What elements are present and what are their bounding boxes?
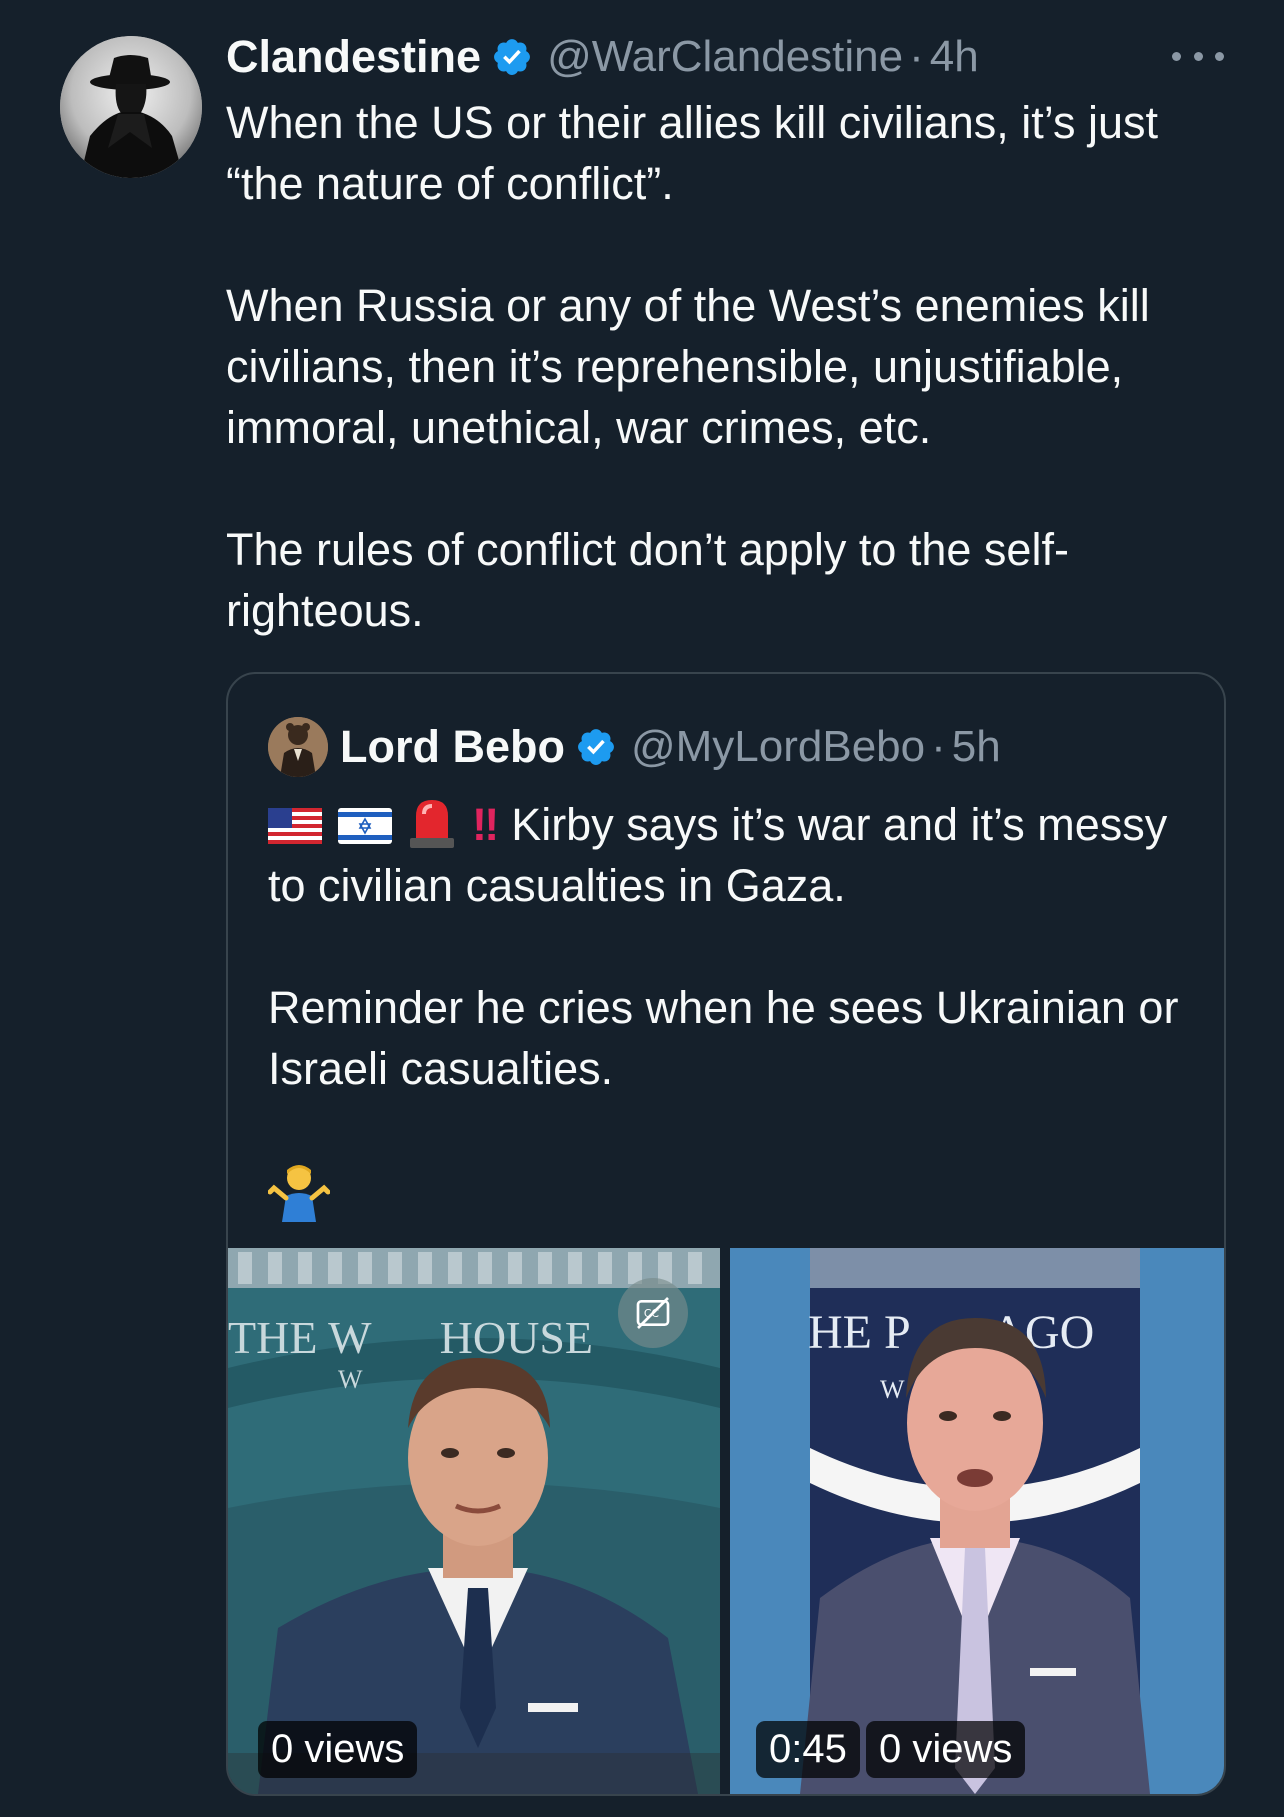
spy-silhouette-icon [60, 36, 202, 178]
quoted-author-handle: @MyLordBebo [630, 722, 926, 771]
quoted-tweet-body: ‼ Kirby says it’s war and it’s messy to c… [268, 794, 1208, 1227]
views-badge: 0 views [258, 1721, 418, 1778]
tweet-paragraph: When the US or their allies kill civilia… [226, 97, 1158, 209]
video-thumbnail-1[interactable]: THE W HOUSE W TON 0 views [228, 1248, 720, 1794]
verified-badge-icon [575, 726, 617, 768]
us-flag-icon [268, 808, 322, 844]
more-options-icon[interactable] [1172, 38, 1224, 74]
tweet-body: When the US or their allies kill civilia… [226, 92, 1236, 641]
quoted-tweet-card[interactable]: Lord Bebo @MyLordBebo · 5h ‼ Kirby says … [226, 672, 1226, 1796]
more-dot [1193, 51, 1203, 61]
quoted-paragraph-2: Reminder he cries when he sees Ukrainian… [268, 982, 1179, 1094]
siren-icon [408, 794, 456, 850]
tweet-header: Clandestine @WarClandestine · 4h [226, 28, 1226, 86]
quoted-text: Kirby says it’s war and it’s messy to ci… [268, 799, 1168, 911]
bear-portrait-icon [268, 717, 328, 777]
quoted-timestamp: 5h [951, 722, 1001, 771]
separator-dot: · [909, 32, 924, 81]
person-shrugging-icon [268, 1160, 330, 1222]
verified-badge-icon[interactable] [491, 36, 533, 78]
separator-dot: · [931, 722, 946, 771]
video-thumbnail-2[interactable]: HE P AGO W N 0:4 [730, 1248, 1224, 1794]
quoted-author-avatar [268, 717, 328, 777]
quoted-paragraph-3 [268, 1160, 1208, 1227]
quoted-paragraph-1: ‼ Kirby says it’s war and it’s messy to c… [268, 794, 1208, 916]
author-name[interactable]: Clandestine [226, 31, 481, 83]
tweet-paragraph: The rules of conflict don’t apply to the… [226, 524, 1069, 636]
double-exclamation-icon: ‼ [472, 799, 499, 850]
media-grid: THE W HOUSE W TON 0 views HE P AGO W 0:4… [228, 1248, 1224, 1794]
captions-off-icon[interactable]: CC [618, 1278, 688, 1348]
author-avatar[interactable] [60, 36, 202, 178]
author-handle[interactable]: @WarClandestine [547, 32, 903, 82]
timestamp[interactable]: 4h [930, 32, 979, 82]
israel-flag-icon [338, 808, 392, 844]
pentagon-briefing-scene: HE P AGO W N [730, 1248, 1224, 1794]
duration-badge: 0:45 [756, 1721, 860, 1778]
more-dot [1172, 51, 1181, 61]
backdrop-text: THE W HOUSE [228, 1312, 593, 1363]
quoted-author-name: Lord Bebo [340, 721, 565, 772]
tweet-paragraph: When Russia or any of the West’s enemies… [226, 280, 1150, 453]
views-badge: 0 views [866, 1721, 1026, 1778]
more-dot [1215, 51, 1224, 61]
quoted-tweet-header: Lord Bebo @MyLordBebo · 5h [268, 714, 1001, 780]
